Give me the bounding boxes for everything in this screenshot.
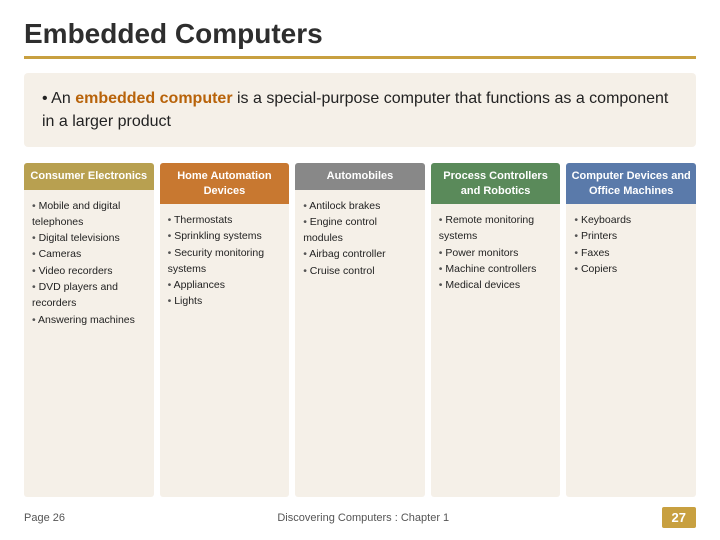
list-item: Lights	[168, 293, 282, 309]
card-process-controllers: Process Controllers and Robotics Remote …	[431, 163, 561, 497]
cards-row: Consumer Electronics Mobile and digital …	[24, 163, 696, 497]
bullet-section: • An embedded computer is a special-purp…	[24, 73, 696, 147]
list-item: Sprinkling systems	[168, 228, 282, 244]
slide-title: Embedded Computers	[24, 18, 696, 59]
list-item: Answering machines	[32, 312, 146, 328]
bullet-highlight: embedded computer	[75, 90, 232, 107]
list-item: Digital televisions	[32, 230, 146, 246]
list-item: DVD players and recorders	[32, 279, 146, 312]
list-item: Thermostats	[168, 212, 282, 228]
list-item: Cameras	[32, 246, 146, 262]
card-home-body: ThermostatsSprinkling systemsSecurity mo…	[160, 204, 290, 497]
list-item: Security monitoring systems	[168, 245, 282, 278]
card-auto-header: Automobiles	[295, 163, 425, 189]
card-computer-header: Computer Devices and Office Machines	[566, 163, 696, 204]
list-item: Appliances	[168, 277, 282, 293]
list-item: Faxes	[574, 245, 688, 261]
card-consumer-header: Consumer Electronics	[24, 163, 154, 189]
list-item: Medical devices	[439, 277, 553, 293]
card-computer-body: KeyboardsPrintersFaxesCopiers	[566, 204, 696, 497]
footer: Page 26 Discovering Computers : Chapter …	[24, 507, 696, 528]
page-number: 27	[662, 507, 696, 528]
list-item: Printers	[574, 228, 688, 244]
list-item: Remote monitoring systems	[439, 212, 553, 245]
list-item: Machine controllers	[439, 261, 553, 277]
page-label: Page 26	[24, 512, 65, 524]
list-item: Power monitors	[439, 245, 553, 261]
list-item: Mobile and digital telephones	[32, 198, 146, 231]
card-auto-body: Antilock brakesEngine control modulesAir…	[295, 190, 425, 497]
list-item: Cruise control	[303, 263, 417, 279]
card-process-body: Remote monitoring systemsPower monitorsM…	[431, 204, 561, 497]
card-consumer-electronics: Consumer Electronics Mobile and digital …	[24, 163, 154, 497]
card-home-header: Home Automation Devices	[160, 163, 290, 204]
list-item: Keyboards	[574, 212, 688, 228]
card-consumer-body: Mobile and digital telephonesDigital tel…	[24, 190, 154, 497]
bullet-prefix: An	[51, 90, 75, 107]
list-item: Copiers	[574, 261, 688, 277]
list-item: Video recorders	[32, 263, 146, 279]
footer-center: Discovering Computers : Chapter 1	[277, 512, 449, 524]
card-process-header: Process Controllers and Robotics	[431, 163, 561, 204]
list-item: Engine control modules	[303, 214, 417, 247]
card-computer-devices: Computer Devices and Office Machines Key…	[566, 163, 696, 497]
slide: Embedded Computers • An embedded compute…	[0, 0, 720, 540]
list-item: Antilock brakes	[303, 198, 417, 214]
card-home-automation: Home Automation Devices ThermostatsSprin…	[160, 163, 290, 497]
list-item: Airbag controller	[303, 246, 417, 262]
card-automobiles: Automobiles Antilock brakesEngine contro…	[295, 163, 425, 497]
